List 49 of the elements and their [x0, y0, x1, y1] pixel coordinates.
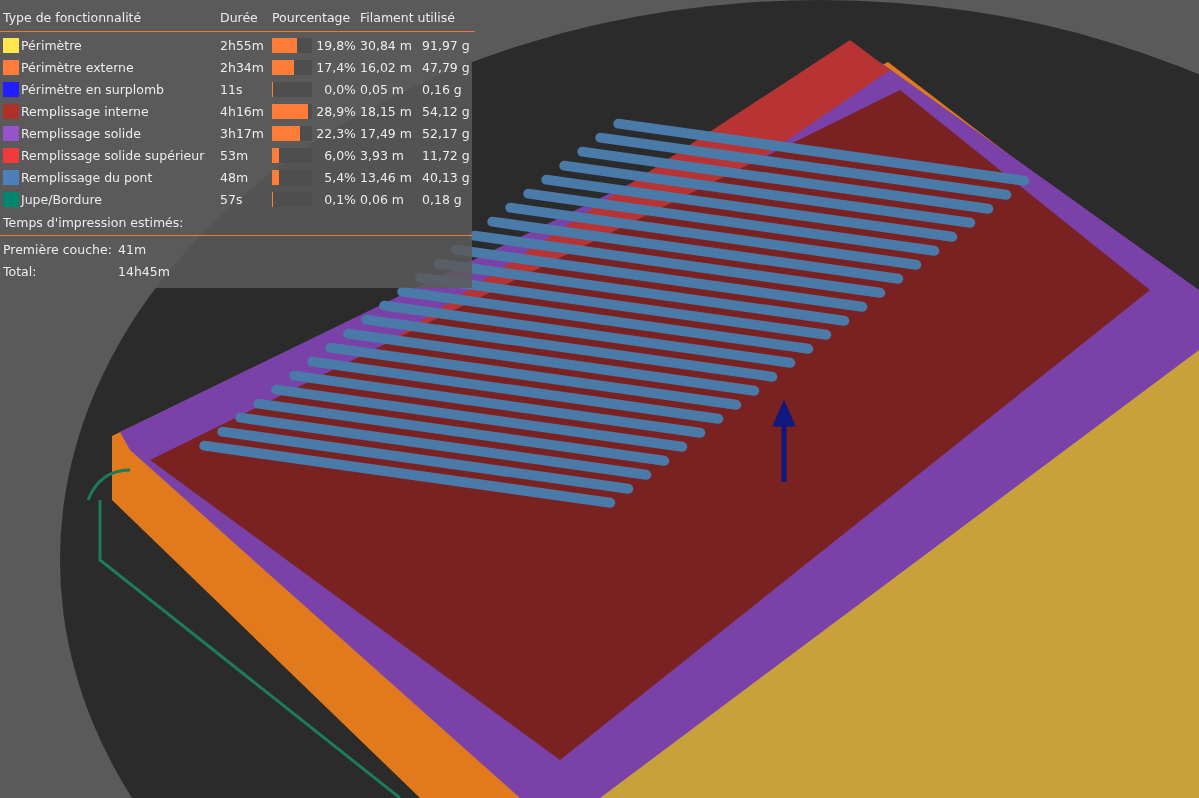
filament-length: 0,06 m: [360, 191, 405, 208]
duration: 11s: [220, 81, 244, 98]
filament-weight: 47,79 g: [422, 59, 471, 76]
feature-label: Remplissage solide: [21, 125, 142, 142]
filament-weight: 0,18 g: [422, 191, 463, 208]
time-value: 14h45m: [118, 263, 171, 280]
percentage: 0,1%: [323, 191, 357, 208]
filament-length: 18,15 m: [360, 103, 413, 120]
time-label: Première couche:: [3, 241, 113, 258]
filament-length: 30,84 m: [360, 37, 413, 54]
feature-label: Remplissage interne: [21, 103, 150, 120]
percentage: 0,0%: [323, 81, 357, 98]
percentage: 6,0%: [323, 147, 357, 164]
column-header: Type de fonctionnalité: [3, 9, 143, 26]
feature-label: Périmètre en surplomb: [21, 81, 166, 98]
filament-length: 0,05 m: [360, 81, 405, 98]
column-header: Pourcentage: [272, 9, 352, 26]
feature-label: Jupe/Bordure: [21, 191, 103, 208]
duration: 2h34m: [220, 59, 265, 76]
duration: 57s: [220, 191, 244, 208]
duration: 2h55m: [220, 37, 265, 54]
section-title: Temps d'impression estimés:: [3, 214, 185, 231]
percentage: 5,4%: [323, 169, 357, 186]
feature-label: Remplissage solide supérieur: [21, 147, 206, 164]
filament-weight: 52,17 g: [422, 125, 471, 142]
filament-weight: 11,72 g: [422, 147, 471, 164]
feature-label: Périmètre: [21, 37, 83, 54]
filament-weight: 91,97 g: [422, 37, 471, 54]
filament-weight: 40,13 g: [422, 169, 471, 186]
time-label: Total:: [3, 263, 38, 280]
column-header: Durée: [220, 9, 259, 26]
filament-length: 3,93 m: [360, 147, 405, 164]
filament-length: 16,02 m: [360, 59, 413, 76]
feature-label: Remplissage du pont: [21, 169, 154, 186]
percentage: 22,3%: [315, 125, 357, 142]
column-header: Filament utilisé: [360, 9, 456, 26]
feature-label: Périmètre externe: [21, 59, 135, 76]
duration: 53m: [220, 147, 250, 164]
percentage: 17,4%: [315, 59, 357, 76]
duration: 4h16m: [220, 103, 265, 120]
percentage: 28,9%: [315, 103, 357, 120]
filament-length: 13,46 m: [360, 169, 413, 186]
filament-weight: 54,12 g: [422, 103, 471, 120]
duration: 3h17m: [220, 125, 265, 142]
filament-length: 17,49 m: [360, 125, 413, 142]
time-value: 41m: [118, 241, 148, 258]
percentage: 19,8%: [315, 37, 357, 54]
filament-weight: 0,16 g: [422, 81, 463, 98]
duration: 48m: [220, 169, 250, 186]
